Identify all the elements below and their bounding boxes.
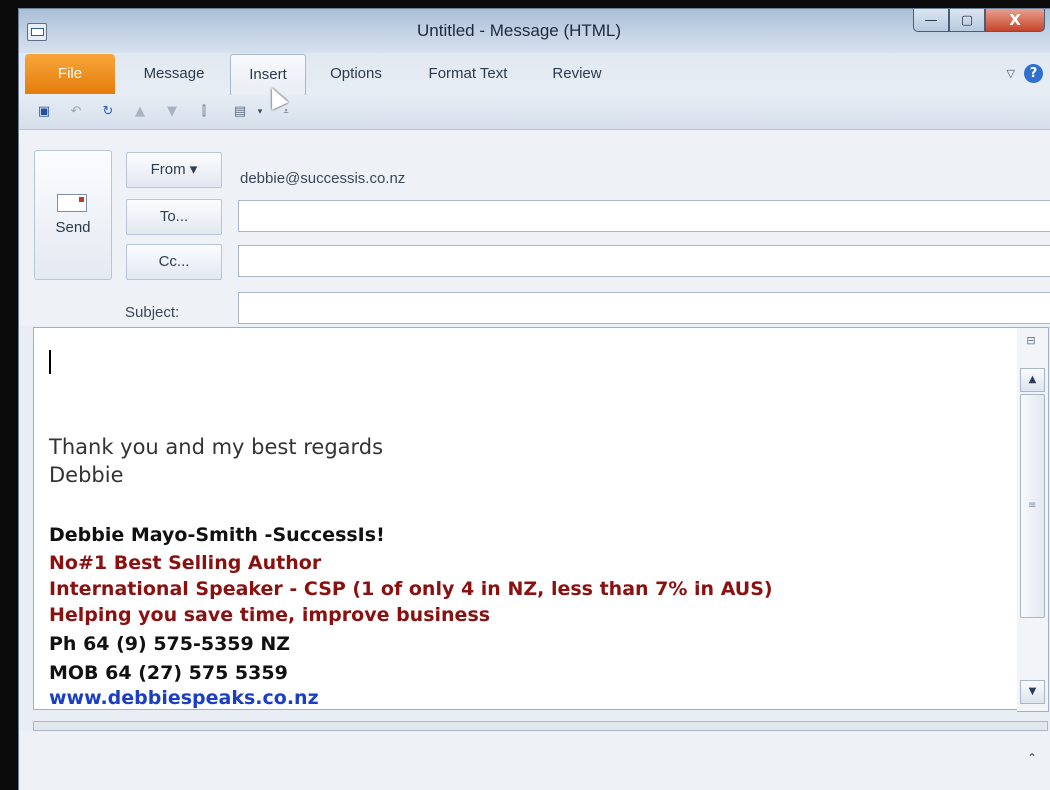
chevron-down-icon[interactable]: ▽ (1007, 67, 1015, 80)
scrollbar-thumb[interactable]: ≡ (1020, 394, 1045, 618)
tab-review[interactable]: Review (536, 54, 618, 94)
undo-icon[interactable]: ↶ (67, 103, 85, 121)
send-button[interactable]: Send (34, 150, 112, 280)
title-bar[interactable]: Untitled - Message (HTML) — ▢ X (19, 9, 1050, 53)
send-envelope-icon (57, 194, 87, 212)
dropdown-icon[interactable]: ▾ (251, 103, 269, 121)
maximize-button[interactable]: ▢ (949, 9, 985, 32)
chevron-up-icon[interactable]: ⌃ (1027, 751, 1037, 765)
signature-name: Debbie Mayo-Smith -SuccessIs! (49, 524, 385, 546)
subject-field[interactable] (238, 292, 1050, 324)
signature-mobile: MOB 64 (27) 575 5359 (49, 662, 288, 684)
attach-icon[interactable]: ⫿ (195, 103, 213, 121)
message-body-editor[interactable]: Thank you and my best regards Debbie Deb… (33, 327, 1019, 710)
outlook-message-window: Untitled - Message (HTML) — ▢ X File Mes… (18, 8, 1050, 790)
subject-label: Subject: (125, 304, 180, 321)
send-label: Send (55, 219, 91, 236)
tab-file[interactable]: File (25, 54, 115, 94)
tab-message[interactable]: Message (123, 54, 225, 94)
signature-phone: Ph 64 (9) 575-5359 NZ (49, 633, 291, 655)
grip-icon: ≡ (1028, 500, 1037, 511)
help-icon[interactable]: ? (1024, 64, 1043, 83)
body-closing-line: Thank you and my best regards (49, 435, 384, 459)
previous-item-icon[interactable]: ▲ (131, 103, 149, 121)
from-address: debbie@successis.co.nz (240, 170, 406, 187)
text-caret (49, 350, 51, 374)
to-field[interactable] (238, 200, 1050, 232)
quick-access-toolbar: ▣ ↶ ↻ ▲ ▼ ⫿ ▤ ▾ ⩡ (19, 95, 1050, 130)
signature-tagline: Helping you save time, improve business (49, 604, 491, 626)
people-pane: ⌃ (19, 731, 1050, 790)
from-button[interactable]: From ▾ (126, 152, 222, 188)
scroll-up-icon[interactable]: ▲ (1020, 368, 1045, 392)
window-title: Untitled - Message (HTML) (417, 21, 622, 40)
redo-icon[interactable]: ↻ (99, 103, 117, 121)
form-icon[interactable]: ▤ (231, 103, 249, 121)
horizontal-splitter[interactable] (33, 721, 1048, 731)
vertical-scrollbar[interactable]: ⊟ ▲ ≡ ▼ (1017, 327, 1049, 712)
window-controls: — ▢ X (913, 9, 1045, 32)
ruler-toggle-icon[interactable]: ⊟ (1024, 334, 1038, 356)
signature-title-speaker: International Speaker - CSP (1 of only 4… (49, 578, 773, 600)
cc-button[interactable]: Cc... (126, 244, 222, 280)
minimize-button[interactable]: — (913, 9, 949, 32)
body-sender-name: Debbie (49, 463, 124, 487)
tab-format-text[interactable]: Format Text (409, 54, 527, 94)
scroll-down-icon[interactable]: ▼ (1020, 680, 1045, 704)
close-button[interactable]: X (985, 9, 1045, 32)
message-header: Send From ▾ debbie@successis.co.nz To...… (19, 130, 1050, 326)
save-icon[interactable]: ▣ (35, 103, 53, 121)
tab-options[interactable]: Options (311, 54, 401, 94)
ribbon-tabs: File Message Insert Options Format Text … (19, 54, 1050, 95)
signature-website-link[interactable]: www.debbiespeaks.co.nz (49, 687, 319, 709)
signature-title-author: No#1 Best Selling Author (49, 552, 322, 574)
cc-field[interactable] (238, 245, 1050, 277)
to-button[interactable]: To... (126, 199, 222, 235)
next-item-icon[interactable]: ▼ (163, 103, 181, 121)
outlook-app-icon[interactable] (27, 23, 47, 41)
